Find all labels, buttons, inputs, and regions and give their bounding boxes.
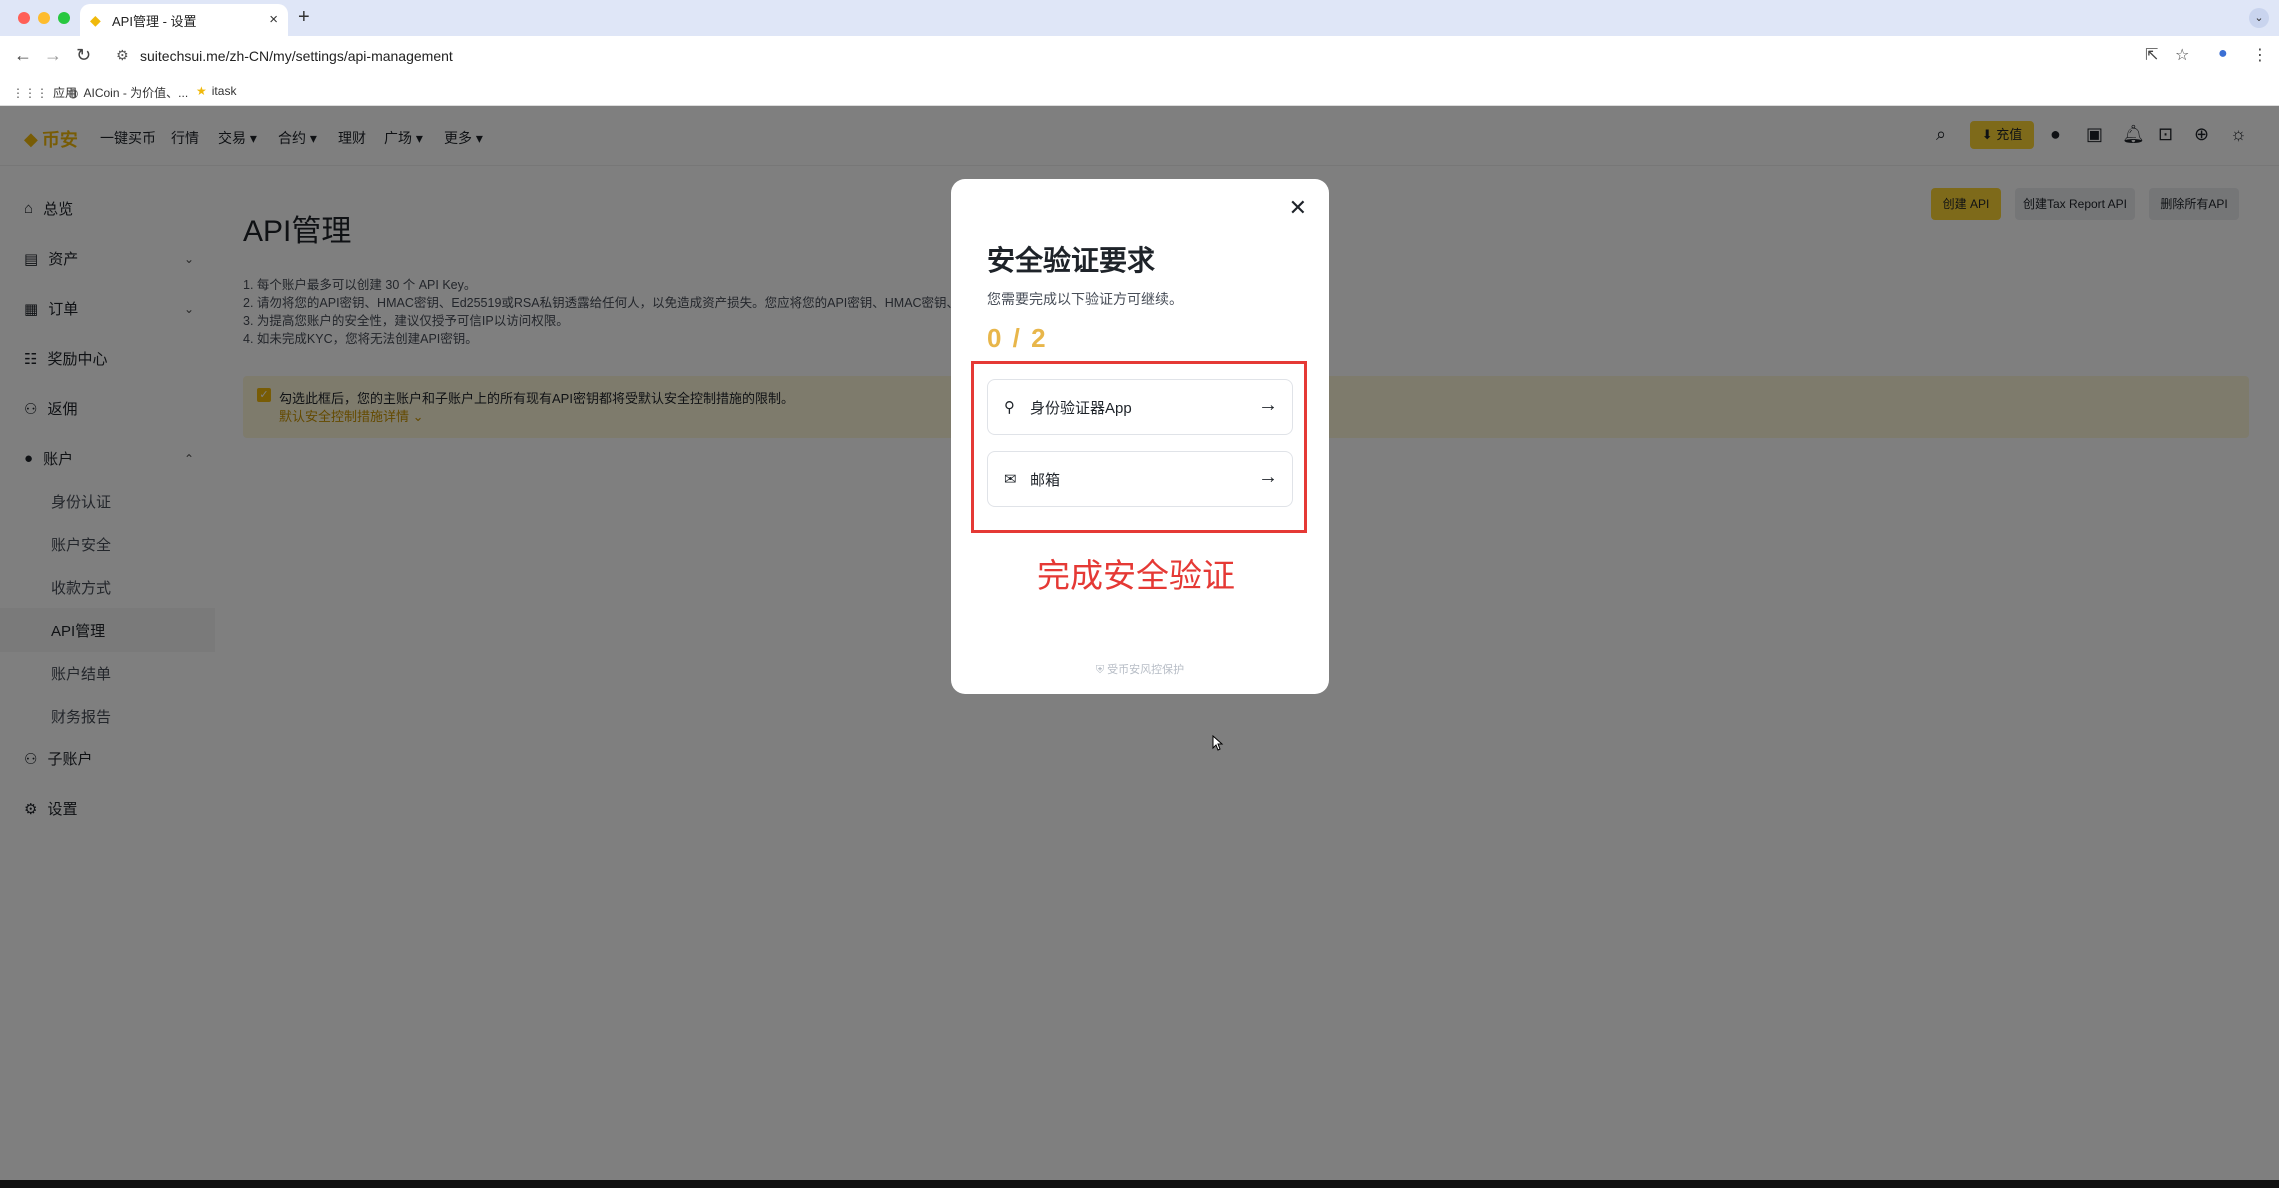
email-option[interactable]: ✉ 邮箱 → <box>987 451 1293 507</box>
reload-icon[interactable]: ↻ <box>76 45 91 66</box>
arrow-right-icon: → <box>1258 394 1278 416</box>
url-text: suitechsui.me/zh-CN/my/settings/api-mana… <box>140 48 453 64</box>
footer-text: 受币安风控保护 <box>1107 664 1185 676</box>
tab-close-icon[interactable]: × <box>269 11 278 28</box>
tab-search-chevron-icon[interactable]: ⌄ <box>2249 8 2269 28</box>
mail-icon: ✉ <box>1004 471 1017 488</box>
bookmark-label: AICoin - 为价值、... <box>83 86 189 100</box>
browser-tab-bar: ◆ API管理 - 设置 × + ⌄ <box>0 0 2279 36</box>
close-window-button[interactable] <box>18 12 30 24</box>
browser-menu-icon[interactable]: ⋮ <box>2252 45 2268 65</box>
bookmark-aicoin[interactable]: ◍ AICoin - 为价值、... <box>68 84 188 101</box>
risk-control-footer: ⛨ 受币安风控保护 <box>951 661 1329 677</box>
forward-arrow-icon[interactable]: → <box>44 45 62 66</box>
bookmark-star-icon[interactable]: ☆ <box>2175 45 2189 65</box>
authenticator-app-option[interactable]: ⚲ 身份验证器App → <box>987 379 1293 435</box>
back-arrow-icon[interactable]: ← <box>14 45 32 66</box>
mouse-cursor-icon <box>1212 735 1224 751</box>
maximize-window-button[interactable] <box>58 12 70 24</box>
binance-favicon-icon: ◆ <box>90 12 101 28</box>
minimize-window-button[interactable] <box>38 12 50 24</box>
modal-title: 安全验证要求 <box>987 245 1156 276</box>
arrow-right-icon: → <box>1258 466 1278 488</box>
window-bottom-edge <box>0 1180 2279 1188</box>
address-bar-row: ← → ↻ ⚙ suitechsui.me/zh-CN/my/settings/… <box>0 36 2279 76</box>
aicoin-icon: ◍ <box>68 85 79 100</box>
tab-title: API管理 - 设置 <box>112 13 197 29</box>
browser-tab[interactable]: ◆ API管理 - 设置 × <box>80 4 288 36</box>
profile-avatar-icon[interactable]: ● <box>2218 45 2228 63</box>
authenticator-icon: ⚲ <box>1004 399 1015 416</box>
new-tab-button[interactable]: + <box>298 6 310 29</box>
security-verification-modal: ✕ 安全验证要求 您需要完成以下验证方可继续。 0 / 2 ⚲ 身份验证器App… <box>951 179 1329 694</box>
open-in-app-icon[interactable]: ⇱ <box>2145 45 2158 65</box>
site-settings-icon[interactable]: ⚙ <box>116 47 129 64</box>
bookmark-itask[interactable]: ★ itask <box>196 84 236 98</box>
modal-subtitle: 您需要完成以下验证方可继续。 <box>987 291 1183 307</box>
option-label: 邮箱 <box>1030 471 1061 489</box>
grid-icon: ⋮⋮⋮ <box>12 85 48 100</box>
bookmark-label: itask <box>211 84 237 98</box>
star-folder-icon: ★ <box>196 84 207 98</box>
close-icon[interactable]: ✕ <box>1289 195 1307 221</box>
page: ◆ 币安 一键买币 行情 交易 ▾ 合约 ▾ 理财 广场 ▾ 更多 ▾ ⌕ ⬇ … <box>0 106 2279 1180</box>
url-field[interactable]: ⚙ suitechsui.me/zh-CN/my/settings/api-ma… <box>110 41 2160 71</box>
annotation-text: 完成安全验证 <box>1037 557 1235 594</box>
verification-progress: 0 / 2 <box>987 323 1048 353</box>
option-label: 身份验证器App <box>1030 399 1132 417</box>
shield-icon: ⛨ <box>1095 664 1105 676</box>
bookmarks-bar: ⋮⋮⋮ 应用 ◍ AICoin - 为价值、... ★ itask <box>0 76 2279 106</box>
